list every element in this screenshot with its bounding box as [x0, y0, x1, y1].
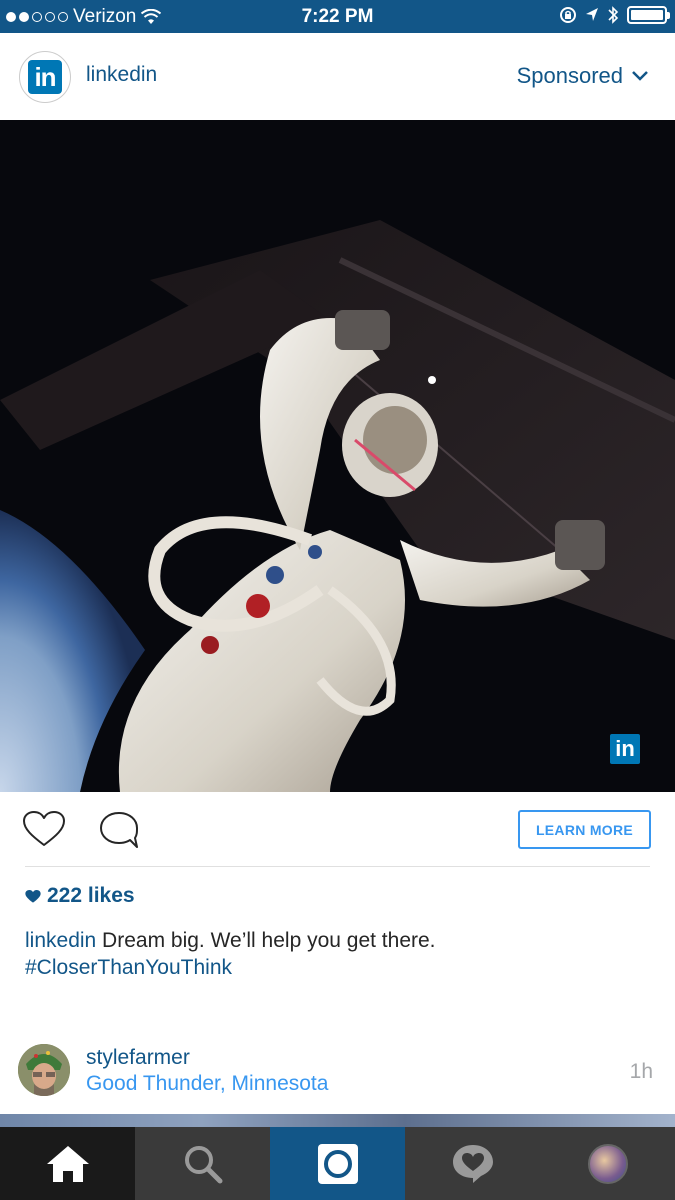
stylefarmer-avatar[interactable] — [18, 1044, 70, 1096]
user-portrait-image — [18, 1044, 70, 1096]
search-icon — [184, 1145, 222, 1183]
actions-divider — [25, 866, 650, 867]
next-post-username[interactable]: stylefarmer — [86, 1046, 190, 1070]
profile-icon — [587, 1143, 628, 1184]
sponsored-dropdown[interactable]: Sponsored — [517, 63, 649, 89]
comment-bubble-icon[interactable] — [98, 810, 140, 850]
status-icons — [559, 5, 670, 25]
likes-count: 222 likes — [47, 884, 135, 907]
tab-camera[interactable] — [270, 1127, 405, 1200]
post-caption: linkedin Dream big. We’ll help you get t… — [25, 927, 645, 981]
status-bar: Verizon 7:22 PM — [0, 0, 675, 33]
next-post-time: 1h — [629, 1060, 653, 1083]
next-post-photo[interactable] — [0, 1114, 675, 1128]
tab-profile[interactable] — [540, 1127, 675, 1200]
caption-username[interactable]: linkedin — [25, 929, 96, 952]
post-actions: LEARN MORE — [0, 792, 675, 866]
next-post-location[interactable]: Good Thunder, Minnesota — [86, 1072, 328, 1096]
tab-home[interactable] — [0, 1127, 135, 1200]
tab-bar — [0, 1127, 675, 1200]
caption-hashtag[interactable]: #CloserThanYouThink — [25, 954, 645, 981]
post-photo[interactable]: in — [0, 120, 675, 792]
post-header: in linkedin Sponsored — [0, 33, 675, 120]
battery-icon — [627, 6, 670, 24]
post-username[interactable]: linkedin — [86, 63, 157, 87]
linkedin-logo-icon: in — [28, 60, 62, 94]
tab-search[interactable] — [135, 1127, 270, 1200]
filled-heart-icon — [25, 889, 41, 903]
learn-more-button[interactable]: LEARN MORE — [518, 810, 651, 849]
location-icon — [586, 8, 598, 21]
next-post-header: stylefarmer Good Thunder, Minnesota 1h — [0, 1030, 675, 1114]
chevron-down-icon — [632, 71, 648, 81]
like-heart-icon[interactable] — [22, 810, 66, 848]
sponsored-label: Sponsored — [516, 63, 623, 88]
likes-row[interactable]: 222 likes — [25, 884, 135, 908]
tab-activity[interactable] — [405, 1127, 540, 1200]
home-icon — [46, 1145, 89, 1182]
bluetooth-icon — [608, 6, 619, 24]
rotation-lock-icon — [560, 7, 576, 23]
camera-icon — [317, 1143, 358, 1184]
account-avatar[interactable]: in — [19, 51, 71, 103]
astronaut-spacewalk-image — [0, 120, 675, 792]
activity-icon — [452, 1144, 493, 1183]
caption-text: Dream big. We’ll help you get there. — [96, 929, 436, 952]
linkedin-watermark-icon: in — [610, 734, 640, 764]
